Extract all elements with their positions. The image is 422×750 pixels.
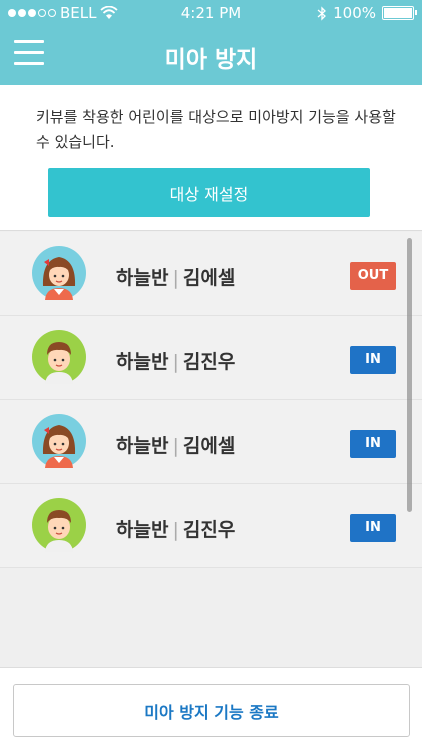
app-header: BELL 4:21 PM 100% 미아 방지	[0, 0, 422, 85]
child-label: 하늘반 | 김에셀	[116, 263, 235, 290]
list-item[interactable]: 하늘반 | 김진우 IN	[0, 316, 422, 400]
child-name: 김진우	[182, 519, 236, 541]
class-name: 하늘반	[116, 519, 169, 541]
status-badge[interactable]: IN	[350, 430, 396, 458]
status-badge[interactable]: IN	[350, 346, 396, 374]
child-name: 김에셀	[182, 267, 236, 289]
boy-avatar-icon	[32, 498, 86, 552]
page-title: 미아 방지	[164, 47, 258, 73]
status-badge[interactable]: OUT	[350, 262, 396, 290]
child-label: 하늘반 | 김에셀	[116, 431, 235, 458]
separator: |	[172, 351, 179, 373]
list-scrollbar[interactable]	[407, 238, 412, 512]
separator: |	[172, 435, 179, 457]
separator: |	[172, 519, 179, 541]
description-text: 키뷰를 착용한 어린이를 대상으로 미아방지 기능을 사용할 수 있습니다.	[36, 108, 396, 151]
class-name: 하늘반	[116, 351, 169, 373]
child-label: 하늘반 | 김진우	[116, 515, 235, 542]
children-list: 하늘반 | 김에셀 OUT 하늘반 | 김진우 IN 하늘반 | 김에셀 IN …	[0, 232, 422, 568]
status-badge[interactable]: IN	[350, 514, 396, 542]
battery-group: 100%	[317, 4, 417, 22]
child-name: 김진우	[182, 351, 236, 373]
bottom-panel: 미아 방지 기능 종료	[0, 667, 422, 750]
child-name: 김에셀	[182, 435, 236, 457]
girl-avatar-icon	[32, 246, 86, 300]
child-label: 하늘반 | 김진우	[116, 347, 235, 374]
boy-avatar-icon	[32, 330, 86, 384]
class-name: 하늘반	[116, 435, 169, 457]
bluetooth-icon	[317, 5, 327, 21]
separator: |	[172, 267, 179, 289]
description-panel: 키뷰를 착용한 어린이를 대상으로 미아방지 기능을 사용할 수 있습니다. 대…	[0, 85, 422, 231]
girl-avatar-icon	[32, 414, 86, 468]
reset-target-button[interactable]: 대상 재설정	[48, 168, 370, 217]
list-item[interactable]: 하늘반 | 김에셀 IN	[0, 400, 422, 484]
battery-percent: 100%	[333, 4, 376, 22]
class-name: 하늘반	[116, 267, 169, 289]
battery-icon	[382, 6, 417, 20]
status-bar: BELL 4:21 PM 100%	[0, 0, 422, 26]
end-feature-button[interactable]: 미아 방지 기능 종료	[13, 684, 410, 737]
list-item[interactable]: 하늘반 | 김진우 IN	[0, 484, 422, 568]
list-item[interactable]: 하늘반 | 김에셀 OUT	[0, 232, 422, 316]
